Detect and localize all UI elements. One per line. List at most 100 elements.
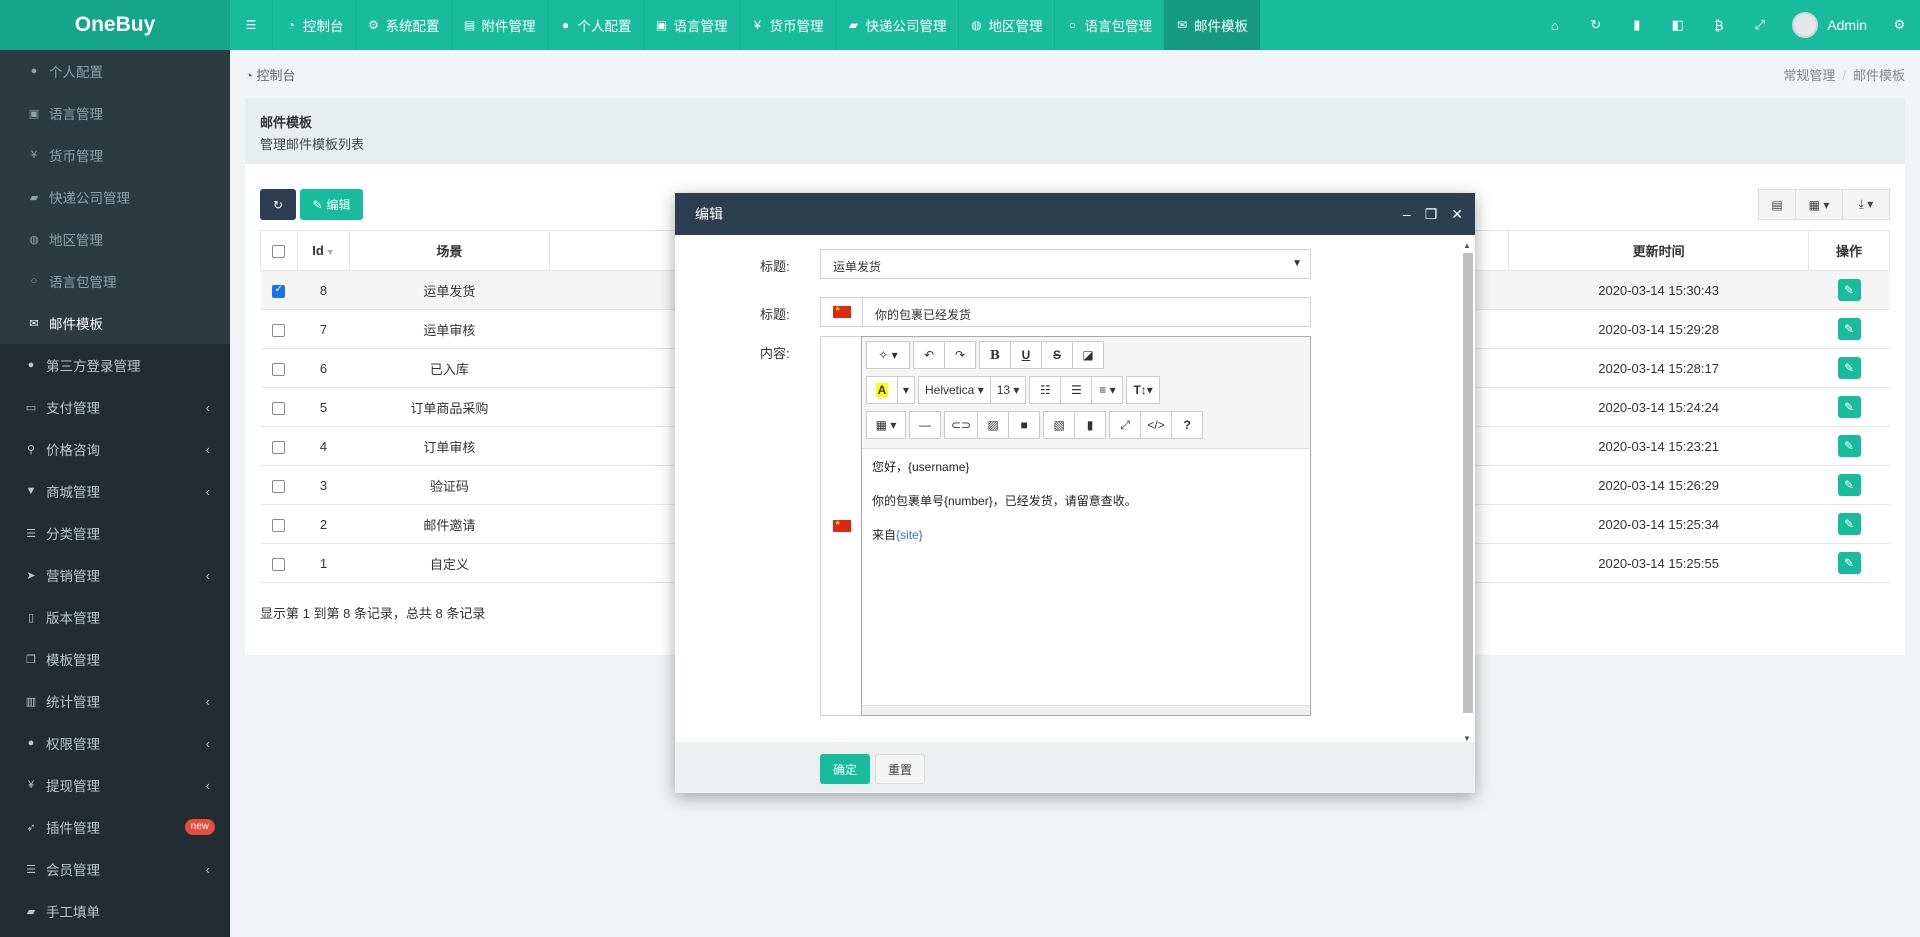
user-menu[interactable]: Admin [1780,0,1879,50]
column-scene[interactable]: 场景 [348,230,550,271]
row-checkbox[interactable] [272,557,286,571]
row-checkbox[interactable] [272,440,286,454]
align-icon[interactable]: ≡ ▾ [1091,376,1124,404]
app-logo[interactable]: OneBuy [0,0,230,50]
tab-region[interactable]: ◍ 地区管理 [959,0,1055,50]
sidebar-item-language-pack[interactable]: ○ 语言包管理 [0,260,230,302]
sidebar-item-template[interactable]: ❐ 模板管理 [0,638,230,680]
sidebar-item-permission[interactable]: ● 权限管理 ‹ [0,722,230,764]
row-edit-button[interactable]: ✎ [1837,357,1861,379]
bitcoin-icon[interactable]: ₿ [1698,0,1739,50]
line-height-icon[interactable]: T↕▾ [1126,376,1160,404]
tab-language-pack[interactable]: ○ 语言包管理 [1055,0,1164,50]
row-checkbox[interactable] [272,401,286,415]
font-size-select[interactable]: 13 ▾ [989,376,1027,404]
sidebar-item-third-party-login[interactable]: ● 第三方登录管理 [0,344,230,386]
font-family-select[interactable]: Helvetica ▾ [918,376,991,404]
fullscreen-icon[interactable]: ⤢ [1109,411,1142,439]
code-view-icon[interactable]: </> [1140,411,1173,439]
picture-icon[interactable]: ▨ [977,411,1010,439]
video-icon[interactable]: ■ [1008,411,1041,439]
column-id[interactable]: Id ▼ [296,230,350,271]
tab-attachments[interactable]: ▤ 附件管理 [452,0,548,50]
bullet-list-icon[interactable]: ☷ [1029,376,1062,404]
minimize-icon[interactable]: – [1403,193,1411,235]
row-edit-button[interactable]: ✎ [1837,474,1861,496]
sidebar-item-version[interactable]: ▯ 版本管理 [0,596,230,638]
sidebar-item-currency[interactable]: ¥ 货币管理 [0,134,230,176]
sidebar-item-marketing[interactable]: ➤ 营销管理 ‹ [0,554,230,596]
sidebar-item-statistics[interactable]: ▥ 统计管理 ‹ [0,680,230,722]
sidebar-item-price-inquiry[interactable]: ⚲ 价格咨询 ‹ [0,428,230,470]
breadcrumb-home[interactable]: ◔ 控制台 [245,65,296,84]
refresh-button[interactable]: ↻ [260,189,296,220]
dialog-scrollbar[interactable]: ▲ ▼ [1461,241,1473,743]
sidebar-item-manual-order[interactable]: ▰ 手工填单 [0,890,230,932]
close-icon[interactable]: ✕ [1451,193,1463,235]
image-file-icon[interactable]: ▧ [1043,411,1076,439]
sidebar-item-shop[interactable]: ▼ 商城管理 ‹ [0,470,230,512]
row-edit-button[interactable]: ✎ [1837,435,1861,457]
reset-button[interactable]: 重置 [875,754,925,784]
sidebar-item-region[interactable]: ◍ 地区管理 [0,218,230,260]
edit-button[interactable]: ✎ 编辑 [300,189,363,220]
tab-profile[interactable]: ● 个人配置 [548,0,644,50]
fullscreen-icon[interactable]: ⤢ [1739,0,1780,50]
sidebar-item-category[interactable]: ☰ 分类管理 [0,512,230,554]
undo-icon[interactable]: ↶ [913,341,945,369]
horizontal-rule-icon[interactable]: — [909,411,941,439]
sidebar-item-language[interactable]: ▣ 语言管理 [0,92,230,134]
subject-field[interactable]: 你的包裹已经发货 [820,297,1311,327]
row-checkbox[interactable] [272,479,286,493]
column-updated-time[interactable]: 更新时间 [1508,230,1810,271]
link-icon[interactable]: ⊂⊃ [944,411,979,439]
language-icon[interactable]: ◧ [1657,0,1698,50]
scrollbar-thumb[interactable] [1463,253,1473,713]
tab-email-template[interactable]: ✉ 邮件模板 [1164,0,1260,50]
row-checkbox[interactable] [272,284,286,298]
tab-language[interactable]: ▣ 语言管理 [644,0,740,50]
row-checkbox[interactable] [272,518,286,532]
confirm-button[interactable]: 确定 [820,754,870,784]
columns-button[interactable]: ▦ ▾ [1795,189,1843,220]
editor-resize-handle[interactable] [862,705,1310,715]
sidebar-item-profile[interactable]: ● 个人配置 [0,50,230,92]
font-color-icon[interactable]: A [866,376,898,404]
select-all-cell[interactable] [260,230,298,271]
row-edit-button[interactable]: ✎ [1837,279,1861,301]
sidebar-toggle-button[interactable]: ☰ [230,0,273,50]
refresh-icon[interactable]: ↻ [1575,0,1616,50]
scene-select[interactable]: 运单发货 ▼ [820,249,1311,279]
chevron-down-icon[interactable]: ▾ [897,376,915,404]
sidebar-item-withdraw[interactable]: ¥ 提现管理 ‹ [0,764,230,806]
table-icon[interactable]: ▦ ▾ [866,411,906,439]
sidebar-item-payment[interactable]: ▭ 支付管理 ‹ [0,386,230,428]
help-icon[interactable]: ? [1171,411,1204,439]
file-icon[interactable]: ▮ [1074,411,1107,439]
tab-system-config[interactable]: ⚙ 系统配置 [356,0,452,50]
row-edit-button[interactable]: ✎ [1837,513,1861,535]
underline-icon[interactable]: U [1010,341,1042,369]
maximize-icon[interactable]: ❐ [1425,193,1438,235]
rich-text-editor[interactable]: ✧ ▾ ↶ ↷ B U S ◪ A ▾ Helvetica ▾ 13 ▾ ☷ ☰ ≡ ▾ T↕▾… [861,336,1311,716]
eraser-icon[interactable]: ◪ [1072,341,1104,369]
sidebar-item-email-template[interactable]: ✉ 邮件模板 [0,302,230,344]
row-checkbox[interactable] [272,323,286,337]
row-edit-button[interactable]: ✎ [1837,396,1861,418]
ordered-list-icon[interactable]: ☰ [1060,376,1093,404]
editor-content[interactable]: 您好，{username} 你的包裹单号{number}，已经发货，请留意查收。… [862,449,1310,571]
magic-wand-icon[interactable]: ✧ ▾ [866,341,910,369]
row-checkbox[interactable] [272,362,286,376]
sidebar-item-plugins[interactable]: ➶ 插件管理 new [0,806,230,848]
tab-currency[interactable]: ¥ 货币管理 [740,0,836,50]
select-all-checkbox[interactable] [272,245,286,259]
strikethrough-icon[interactable]: S [1041,341,1073,369]
trash-icon[interactable]: ▮ [1616,0,1657,50]
home-icon[interactable]: ⌂ [1534,0,1575,50]
breadcrumb-item[interactable]: 常规管理 [1783,68,1835,83]
export-button[interactable]: ⤓ ▾ [1842,189,1890,220]
sidebar-item-members[interactable]: ☰ 会员管理 ‹ [0,848,230,890]
settings-icon[interactable]: ⚙ [1879,0,1920,50]
toggle-view-button[interactable]: ▤ [1758,189,1796,220]
row-edit-button[interactable]: ✎ [1837,552,1861,574]
